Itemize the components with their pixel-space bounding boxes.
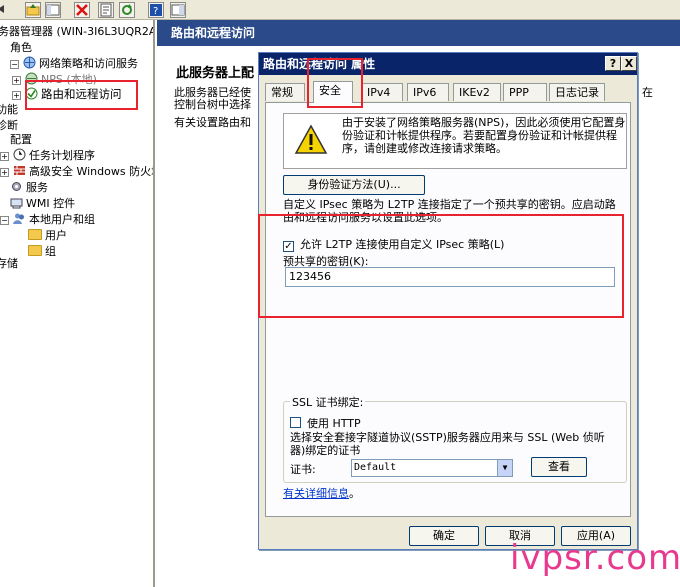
auth-methods-button[interactable]: 身份验证方法(U)... xyxy=(283,175,425,195)
tree-item-groups[interactable]: 组 xyxy=(28,244,56,260)
tree-item-wmi-label: WMI 控件 xyxy=(26,197,76,210)
tree-item-local-users-label: 本地用户和组 xyxy=(29,213,95,226)
pane-text-line-3: 有关设置路由和 xyxy=(174,116,251,129)
back-arrow-icon[interactable] xyxy=(0,2,10,18)
gear-icon xyxy=(12,182,21,191)
warning-icon xyxy=(294,124,328,154)
show-hide-pane-icon[interactable] xyxy=(170,2,186,18)
tab-ikev2[interactable]: IKEv2 xyxy=(453,83,501,101)
cert-select[interactable]: Default ▼ xyxy=(351,459,513,477)
nps-icon xyxy=(25,72,38,85)
folder-icon xyxy=(28,229,42,240)
tree-item-roles[interactable]: 角色 xyxy=(2,40,32,56)
allow-l2tp-row[interactable]: ✓ 允许 L2TP 连接使用自定义 IPsec 策略(L) xyxy=(283,236,504,252)
tree-item-firewall[interactable]: + 高级安全 Windows 防火增 xyxy=(0,164,155,180)
help-icon[interactable]: ? xyxy=(148,2,164,18)
tree-item-npas[interactable]: − 网络策略和访问服务 xyxy=(10,56,138,72)
ssl-group-title: SSL 证书绑定: xyxy=(290,394,366,410)
tree-item-features-label: 功能 xyxy=(0,103,18,116)
expand-icon[interactable]: + xyxy=(12,76,21,85)
routing-remote-access-icon xyxy=(25,87,38,100)
console-tree-icon[interactable] xyxy=(45,2,61,18)
chevron-down-icon[interactable]: ▼ xyxy=(497,460,512,476)
folder-icon xyxy=(28,245,42,256)
tree-item-config-label: 配置 xyxy=(10,133,32,146)
tree-item-diagnostics-label: 诊断 xyxy=(0,119,18,132)
sstp-description: 选择安全套接字隧道协议(SSTP)服务器应用来与 SSL (Web 侦听器)绑定… xyxy=(290,431,605,457)
more-info-suffix: 。 xyxy=(349,487,360,500)
tree-item-services-label: 服务 xyxy=(26,181,48,194)
psk-input[interactable]: 123456 xyxy=(285,267,615,287)
ok-button[interactable]: 确定 xyxy=(409,526,479,546)
collapse-icon[interactable]: − xyxy=(0,216,9,225)
more-info-link[interactable]: 有关详细信息 xyxy=(283,487,349,500)
expand-icon[interactable]: + xyxy=(0,152,9,161)
pane-text-right: 在 xyxy=(642,86,653,99)
pane-title: 此服务器上配 xyxy=(176,66,255,81)
close-button[interactable]: X xyxy=(621,56,637,71)
use-http-label: 使用 HTTP xyxy=(307,417,361,430)
wmi-icon xyxy=(10,198,23,209)
expand-icon[interactable]: + xyxy=(12,91,21,100)
tree-item-task-scheduler-label: 任务计划程序 xyxy=(29,149,95,162)
tree-item-storage[interactable]: 存储 xyxy=(0,256,18,272)
allow-l2tp-label: 允许 L2TP 连接使用自定义 IPsec 策略(L) xyxy=(300,238,505,251)
nps-info-box: 由于安装了网络策略服务器(NPS)，因此必须使用它配置身份验证和计帐提供程序。若… xyxy=(283,113,627,169)
network-policy-icon xyxy=(23,56,36,69)
tree-item-nps-label: NPS (本地) xyxy=(41,73,97,86)
dialog-title: 路由和远程访问 属性 xyxy=(259,53,637,75)
tree-root-label: 务器管理器 (WIN-3I6L3UQR2A xyxy=(0,25,155,38)
ipsec-description: 自定义 IPsec 策略为 L2TP 连接指定了一个预共享的密钥。应启动路由和远… xyxy=(283,198,616,224)
pane-header: 路由和远程访问 xyxy=(157,20,680,46)
properties-dialog: 路由和远程访问 属性 ? X 常规 安全 IPv4 IPv6 IKEv2 PPP… xyxy=(258,52,638,550)
tree-item-firewall-label: 高级安全 Windows 防火增 xyxy=(29,165,155,178)
tab-logging[interactable]: 日志记录 xyxy=(549,83,605,101)
tree-item-groups-label: 组 xyxy=(45,245,56,258)
tree-item-local-users[interactable]: − 本地用户和组 xyxy=(0,212,95,228)
tab-security[interactable]: 安全 xyxy=(313,81,353,103)
tab-ipv4[interactable]: IPv4 xyxy=(361,83,403,101)
use-http-checkbox[interactable] xyxy=(290,417,301,428)
tree-item-config[interactable]: 配置 xyxy=(2,132,32,148)
firewall-icon xyxy=(14,166,25,175)
tree-item-rras-label: 路由和远程访问 xyxy=(41,87,122,101)
expand-icon[interactable]: + xyxy=(0,168,9,177)
tree-item-storage-label: 存储 xyxy=(0,257,18,270)
pane-text-line-2: 控制台树中选择 xyxy=(174,98,251,111)
delete-icon[interactable] xyxy=(74,2,90,18)
tab-ipv6[interactable]: IPv6 xyxy=(407,83,449,101)
tree-item-task-scheduler[interactable]: + 任务计划程序 xyxy=(0,148,95,164)
tree-root-server-manager[interactable]: 务器管理器 (WIN-3I6L3UQR2A xyxy=(0,24,155,40)
toolbar: ? xyxy=(0,0,680,20)
console-tree: 务器管理器 (WIN-3I6L3UQR2A 角色 − 网络策略和访问服务 + NPS… xyxy=(0,20,155,587)
properties-icon[interactable] xyxy=(98,2,114,18)
tree-item-users-label: 用户 xyxy=(45,229,67,242)
use-http-row[interactable]: 使用 HTTP xyxy=(290,415,361,431)
allow-l2tp-checkbox[interactable]: ✓ xyxy=(283,241,294,252)
tree-item-services[interactable]: 服务 xyxy=(10,180,48,196)
tree-item-wmi[interactable]: WMI 控件 xyxy=(10,196,75,212)
tab-ppp[interactable]: PPP xyxy=(503,83,547,101)
up-folder-icon[interactable] xyxy=(25,2,41,18)
tree-item-npas-label: 网络策略和访问服务 xyxy=(39,57,138,70)
svg-text:?: ? xyxy=(153,6,158,17)
watermark-text: ivpsr.com xyxy=(510,538,680,578)
cert-label: 证书: xyxy=(290,463,316,476)
nps-info-text: 由于安装了网络策略服务器(NPS)，因此必须使用它配置身份验证和计帐提供程序。若… xyxy=(342,116,626,155)
tree-item-roles-label: 角色 xyxy=(10,41,32,54)
tree-item-features[interactable]: 功能 xyxy=(0,102,18,118)
refresh-icon[interactable] xyxy=(119,2,135,18)
tab-general[interactable]: 常规 xyxy=(265,83,305,101)
clock-icon xyxy=(13,148,26,161)
collapse-icon[interactable]: − xyxy=(10,60,19,69)
more-info-row: 有关详细信息。 xyxy=(283,485,360,501)
tree-item-users[interactable]: 用户 xyxy=(28,228,67,244)
tree-item-rras[interactable]: + 路由和远程访问 xyxy=(12,86,122,102)
help-button[interactable]: ? xyxy=(605,56,621,71)
view-cert-button[interactable]: 查看 xyxy=(531,457,587,477)
users-icon xyxy=(13,213,24,224)
cert-select-value: Default xyxy=(354,462,397,473)
